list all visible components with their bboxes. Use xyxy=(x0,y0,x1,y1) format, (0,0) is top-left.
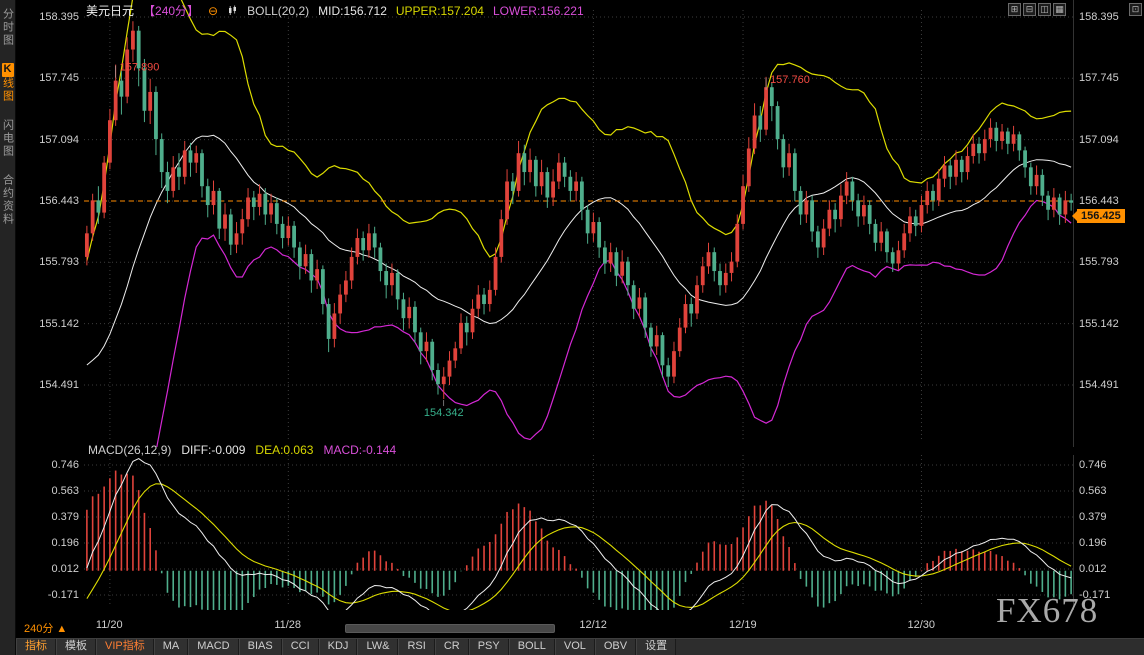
tab-obv[interactable]: OBV xyxy=(595,639,636,655)
layout-split-vertical-icon[interactable]: ◫ xyxy=(1038,3,1051,16)
macd-axis-label: 0.012 xyxy=(1079,563,1107,575)
layout-split-horizontal-icon[interactable]: ⊟ xyxy=(1023,3,1036,16)
date-tick-label: 11/28 xyxy=(274,619,301,631)
kline-label: 线图 xyxy=(2,77,14,103)
tab-lw[interactable]: LW& xyxy=(357,639,398,655)
date-tick-label: 11/20 xyxy=(96,619,123,631)
macd-lines xyxy=(87,459,1071,610)
tab-psy[interactable]: PSY xyxy=(469,639,509,655)
chevron-up-icon: ▲ xyxy=(56,623,67,635)
sidebar-item-lightning-chart[interactable]: 闪电图 xyxy=(1,119,15,158)
tab-ma[interactable]: MA xyxy=(154,639,189,655)
macd-grid xyxy=(84,455,1074,610)
date-tick-label: 12/19 xyxy=(729,619,757,631)
tab-settings[interactable]: 设置 xyxy=(636,639,676,655)
sidebar-item-kline-chart[interactable]: K线图 xyxy=(1,63,15,103)
tab-kdj[interactable]: KDJ xyxy=(319,639,358,655)
tab-vol[interactable]: VOL xyxy=(555,639,595,655)
macd-histogram xyxy=(86,471,1072,610)
date-tick-label: 12/30 xyxy=(907,619,935,631)
sidebar-item-time-chart[interactable]: 分时图 xyxy=(1,8,15,47)
collapse-icon[interactable]: ⊖ xyxy=(208,5,218,17)
tab-indicators[interactable]: 指标 xyxy=(16,639,56,655)
timeframe-label: 240分 xyxy=(24,623,53,635)
macd-axis-label: -0.171 xyxy=(48,589,79,601)
symbol-title: 美元日元 xyxy=(86,2,134,19)
macd-diff-value: DIFF:-0.009 xyxy=(181,443,245,457)
layout-grid-icon[interactable]: ⊞ xyxy=(1008,3,1021,16)
macd-axis-label: 0.746 xyxy=(51,459,79,471)
macd-axis-label: 0.746 xyxy=(1079,459,1107,471)
tab-templates[interactable]: 模板 xyxy=(56,639,96,655)
tab-rsi[interactable]: RSI xyxy=(398,639,434,655)
bollinger-bands xyxy=(87,0,1071,447)
macd-axis-label: 0.196 xyxy=(1079,537,1107,549)
chart-scrollbar-thumb[interactable] xyxy=(345,624,555,633)
macd-axis-label: -0.171 xyxy=(1079,589,1110,601)
macd-params-label: MACD(26,12,9) xyxy=(88,443,171,457)
macd-axis-right: 0.746 0.563 0.379 0.196 0.012 -0.171 xyxy=(1077,0,1143,612)
layout-multi-pane-icon[interactable]: ▦ xyxy=(1053,3,1066,16)
macd-axis-label: 0.379 xyxy=(51,511,79,523)
fullscreen-icon[interactable]: ⊡ xyxy=(1129,3,1142,16)
swing-high-label: 157.890 xyxy=(120,62,160,74)
tab-boll[interactable]: BOLL xyxy=(509,639,555,655)
tab-cci[interactable]: CCI xyxy=(282,639,319,655)
boll-mid-value: MID:156.712 xyxy=(318,4,387,18)
macd-axis-label: 0.012 xyxy=(51,563,79,575)
last-price-value: 156.425 xyxy=(1081,210,1121,222)
candlestick-icon xyxy=(227,5,238,16)
macd-axis-label: 0.379 xyxy=(1079,511,1107,523)
boll-params-label: BOLL(20,2) xyxy=(247,4,309,18)
date-tick-label: 12/12 xyxy=(579,619,607,631)
tab-macd[interactable]: MACD xyxy=(188,639,238,655)
sidebar-item-contract-info[interactable]: 合约资料 xyxy=(1,174,15,226)
macd-axis-label: 0.196 xyxy=(51,537,79,549)
macd-header: MACD(26,12,9) DIFF:-0.009 DEA:0.063 MACD… xyxy=(88,443,396,457)
macd-chart[interactable] xyxy=(84,455,1074,610)
chart-header: 美元日元 【240分】 ⊖ BOLL(20,2) MID:156.712 UPP… xyxy=(86,3,584,18)
boll-lower-value: LOWER:156.221 xyxy=(493,4,584,18)
kline-badge: K xyxy=(2,63,14,77)
macd-axis-label: 0.563 xyxy=(1079,485,1107,497)
macd-axis-label: 0.563 xyxy=(51,485,79,497)
macd-macd-value: MACD:-0.144 xyxy=(323,443,396,457)
macd-dea-value: DEA:0.063 xyxy=(255,443,313,457)
last-price-badge: 156.425 xyxy=(1077,209,1125,223)
price-annotations: 157.890 157.760 154.342 xyxy=(116,62,810,419)
indicator-toolbar: 指标模板VIP指标MAMACDBIASCCIKDJLW&RSICRPSYBOLL… xyxy=(16,638,1144,655)
boll-upper-value: UPPER:157.204 xyxy=(396,4,484,18)
window-layout-icons: ⊞⊟◫▦ ⊡ xyxy=(1008,3,1142,16)
macd-axis-left: 0.746 0.563 0.379 0.196 0.012 -0.171 xyxy=(16,0,82,612)
price-chart[interactable]: 157.890 157.760 154.342 xyxy=(84,0,1074,447)
tab-bias[interactable]: BIAS xyxy=(239,639,282,655)
left-sidebar: 分时图 K线图 闪电图 合约资料 xyxy=(0,0,16,655)
time-axis: 11/20 11/28 12/12 12/19 12/30 xyxy=(84,619,1074,633)
period-label[interactable]: 【240分】 xyxy=(143,2,199,19)
timeframe-selector[interactable]: 240分 ▲ xyxy=(24,620,67,636)
tab-vip-indicators[interactable]: VIP指标 xyxy=(96,639,154,655)
swing-low-label: 154.342 xyxy=(424,407,464,419)
tab-cr[interactable]: CR xyxy=(435,639,469,655)
swing-high-label: 157.760 xyxy=(770,74,810,86)
